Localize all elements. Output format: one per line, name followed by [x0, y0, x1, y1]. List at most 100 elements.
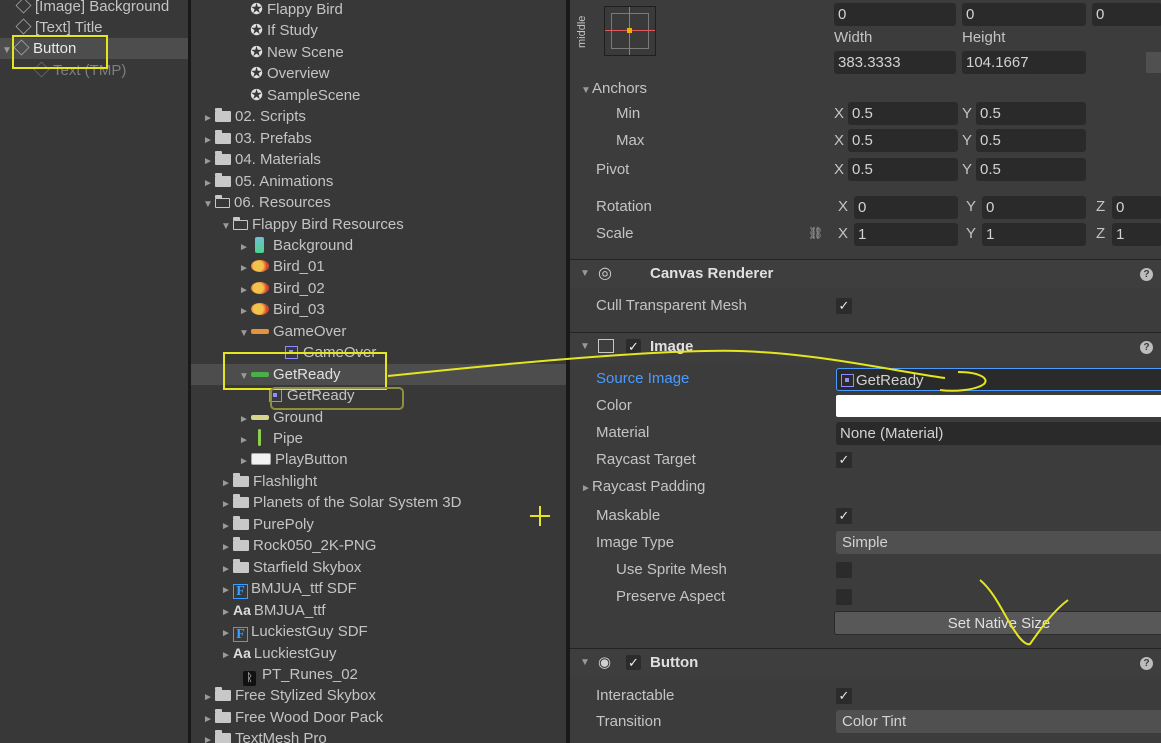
- height-field[interactable]: 104.1667: [962, 51, 1086, 74]
- expand-arrow-icon[interactable]: ►: [219, 559, 233, 580]
- rotation-z-field[interactable]: 0: [1112, 196, 1161, 219]
- expand-arrow-icon[interactable]: ►: [237, 258, 251, 279]
- use-sprite-mesh-checkbox[interactable]: [836, 562, 852, 578]
- scale-x-field[interactable]: 1: [854, 223, 958, 246]
- pivot-x-field[interactable]: 0.5: [848, 158, 958, 181]
- material-field[interactable]: None (Material): [836, 422, 1161, 445]
- anchor-preset-button[interactable]: [604, 6, 656, 56]
- expand-arrow-icon[interactable]: ►: [201, 687, 215, 708]
- project-item[interactable]: ► Rock050_2K-PNG: [219, 535, 376, 556]
- project-item[interactable]: ✪ Flappy Bird: [235, 0, 343, 20]
- pos-x-field[interactable]: 0: [834, 3, 956, 26]
- project-item[interactable]: ► Bird_01: [237, 256, 325, 277]
- cull-transparent-mesh-checkbox[interactable]: ✓: [836, 298, 852, 314]
- scale-y-field[interactable]: 1: [982, 223, 1086, 246]
- transition-dropdown[interactable]: Color Tint: [836, 710, 1161, 733]
- project-item[interactable]: ► F LuckiestGuy SDF: [219, 621, 368, 644]
- project-item[interactable]: ► Bird_03: [237, 299, 325, 320]
- project-item[interactable]: ✪ New Scene: [235, 42, 344, 63]
- project-item[interactable]: ► F BMJUA_ttf SDF: [219, 578, 357, 601]
- anchor-min-y-field[interactable]: 0.5: [976, 102, 1086, 125]
- image-type-dropdown[interactable]: Simple: [836, 531, 1161, 554]
- expand-arrow-icon[interactable]: ►: [219, 537, 233, 558]
- project-item[interactable]: ► Aa LuckiestGuy: [219, 643, 336, 664]
- color-field[interactable]: [836, 395, 1161, 417]
- project-item[interactable]: ✪ Overview: [235, 63, 329, 84]
- expand-arrow-icon[interactable]: ►: [219, 494, 233, 515]
- help-icon[interactable]: ?: [1140, 657, 1153, 670]
- maskable-checkbox[interactable]: ✓: [836, 508, 852, 524]
- project-item[interactable]: ► 05. Animations: [201, 171, 333, 192]
- project-item[interactable]: ► PlayButton: [237, 449, 348, 470]
- pivot-y-field[interactable]: 0.5: [976, 158, 1086, 181]
- project-item[interactable]: ✪ If Study: [235, 20, 318, 41]
- project-item[interactable]: ► TextMesh Pro: [201, 728, 327, 743]
- expand-arrow-icon[interactable]: ►: [237, 430, 251, 451]
- project-item[interactable]: ► 04. Materials: [201, 149, 321, 170]
- hierarchy-item-background[interactable]: [Image] Background: [0, 0, 188, 17]
- anchors-foldout[interactable]: ▼Anchors: [580, 77, 647, 101]
- project-item[interactable]: ᚱ PT_Runes_02: [229, 664, 358, 686]
- blueprint-mode-button[interactable]: [1146, 52, 1161, 73]
- scale-z-field[interactable]: 1: [1112, 223, 1161, 246]
- collapse-arrow-icon[interactable]: ▼: [219, 216, 233, 237]
- expand-arrow-icon[interactable]: ►: [201, 151, 215, 172]
- raycast-target-checkbox[interactable]: ✓: [836, 452, 852, 468]
- image-enabled-checkbox[interactable]: ✓: [626, 339, 641, 354]
- button-component-header[interactable]: ▼ ◉ ✓ Button ?: [570, 648, 1161, 677]
- rotation-y-field[interactable]: 0: [982, 196, 1086, 219]
- project-item[interactable]: ► 02. Scripts: [201, 106, 306, 127]
- help-icon[interactable]: ?: [1140, 268, 1153, 281]
- expand-arrow-icon[interactable]: ►: [219, 602, 233, 623]
- expand-arrow-icon[interactable]: ►: [201, 173, 215, 194]
- project-item[interactable]: ► Background: [237, 235, 353, 256]
- rotation-x-field[interactable]: 0: [854, 196, 958, 219]
- collapse-arrow-icon[interactable]: ▼: [201, 194, 215, 215]
- project-item[interactable]: ► Free Wood Door Pack: [201, 707, 383, 728]
- expand-arrow-icon[interactable]: ►: [219, 645, 233, 666]
- preserve-aspect-checkbox[interactable]: [836, 589, 852, 605]
- pos-z-field[interactable]: 0: [1092, 3, 1161, 26]
- raycast-padding-foldout[interactable]: ►Raycast Padding: [580, 475, 705, 499]
- image-component-header[interactable]: ▼ ✓ Image ?: [570, 332, 1161, 361]
- project-item[interactable]: ✪ SampleScene: [235, 85, 360, 106]
- project-item[interactable]: ► 03. Prefabs: [201, 128, 312, 149]
- anchor-min-x-field[interactable]: 0.5: [848, 102, 958, 125]
- expand-arrow-icon[interactable]: ►: [237, 280, 251, 301]
- project-item[interactable]: ► Starfield Skybox: [219, 557, 361, 578]
- width-field[interactable]: 383.3333: [834, 51, 956, 74]
- expand-arrow-icon[interactable]: ►: [201, 108, 215, 129]
- pos-y-field[interactable]: 0: [962, 3, 1086, 26]
- canvas-renderer-header[interactable]: ▼ ◎ Canvas Renderer ?: [570, 259, 1161, 288]
- expand-arrow-icon[interactable]: ►: [237, 451, 251, 472]
- expand-arrow-icon[interactable]: ►: [219, 580, 233, 601]
- anchor-max-y-field[interactable]: 0.5: [976, 129, 1086, 152]
- project-item[interactable]: ▼ Flappy Bird Resources: [219, 214, 404, 235]
- button-enabled-checkbox[interactable]: ✓: [626, 655, 641, 670]
- project-item[interactable]: ▼ 06. Resources: [201, 192, 331, 213]
- expand-arrow-icon[interactable]: ►: [219, 473, 233, 494]
- project-item[interactable]: ▼ GameOver: [237, 321, 346, 342]
- constrain-proportions-icon[interactable]: ⛓: [808, 226, 823, 240]
- expand-arrow-icon[interactable]: ►: [237, 409, 251, 430]
- help-icon[interactable]: ?: [1140, 341, 1153, 354]
- project-item[interactable]: ► PurePoly: [219, 514, 314, 535]
- expand-arrow-icon[interactable]: ►: [201, 130, 215, 151]
- expand-arrow-icon[interactable]: ►: [201, 709, 215, 730]
- collapse-arrow-icon[interactable]: ▼: [237, 323, 251, 344]
- interactable-checkbox[interactable]: ✓: [836, 688, 852, 704]
- project-item[interactable]: ► Pipe: [237, 428, 303, 449]
- anchor-max-x-field[interactable]: 0.5: [848, 129, 958, 152]
- project-item[interactable]: ► Planets of the Solar System 3D: [219, 492, 461, 513]
- expand-arrow-icon[interactable]: ►: [219, 623, 233, 644]
- project-item[interactable]: ► Aa BMJUA_ttf: [219, 600, 326, 621]
- expand-arrow-icon[interactable]: ►: [219, 516, 233, 537]
- project-item[interactable]: ► Free Stylized Skybox: [201, 685, 376, 706]
- expand-arrow-icon[interactable]: ►: [237, 301, 251, 322]
- expand-arrow-icon[interactable]: ►: [201, 730, 215, 743]
- source-image-field[interactable]: GetReady: [836, 368, 1161, 391]
- project-item[interactable]: ► Flashlight: [219, 471, 317, 492]
- project-item[interactable]: ► Bird_02: [237, 278, 325, 299]
- expand-arrow-icon[interactable]: ►: [237, 237, 251, 258]
- set-native-size-button[interactable]: Set Native Size: [834, 611, 1161, 635]
